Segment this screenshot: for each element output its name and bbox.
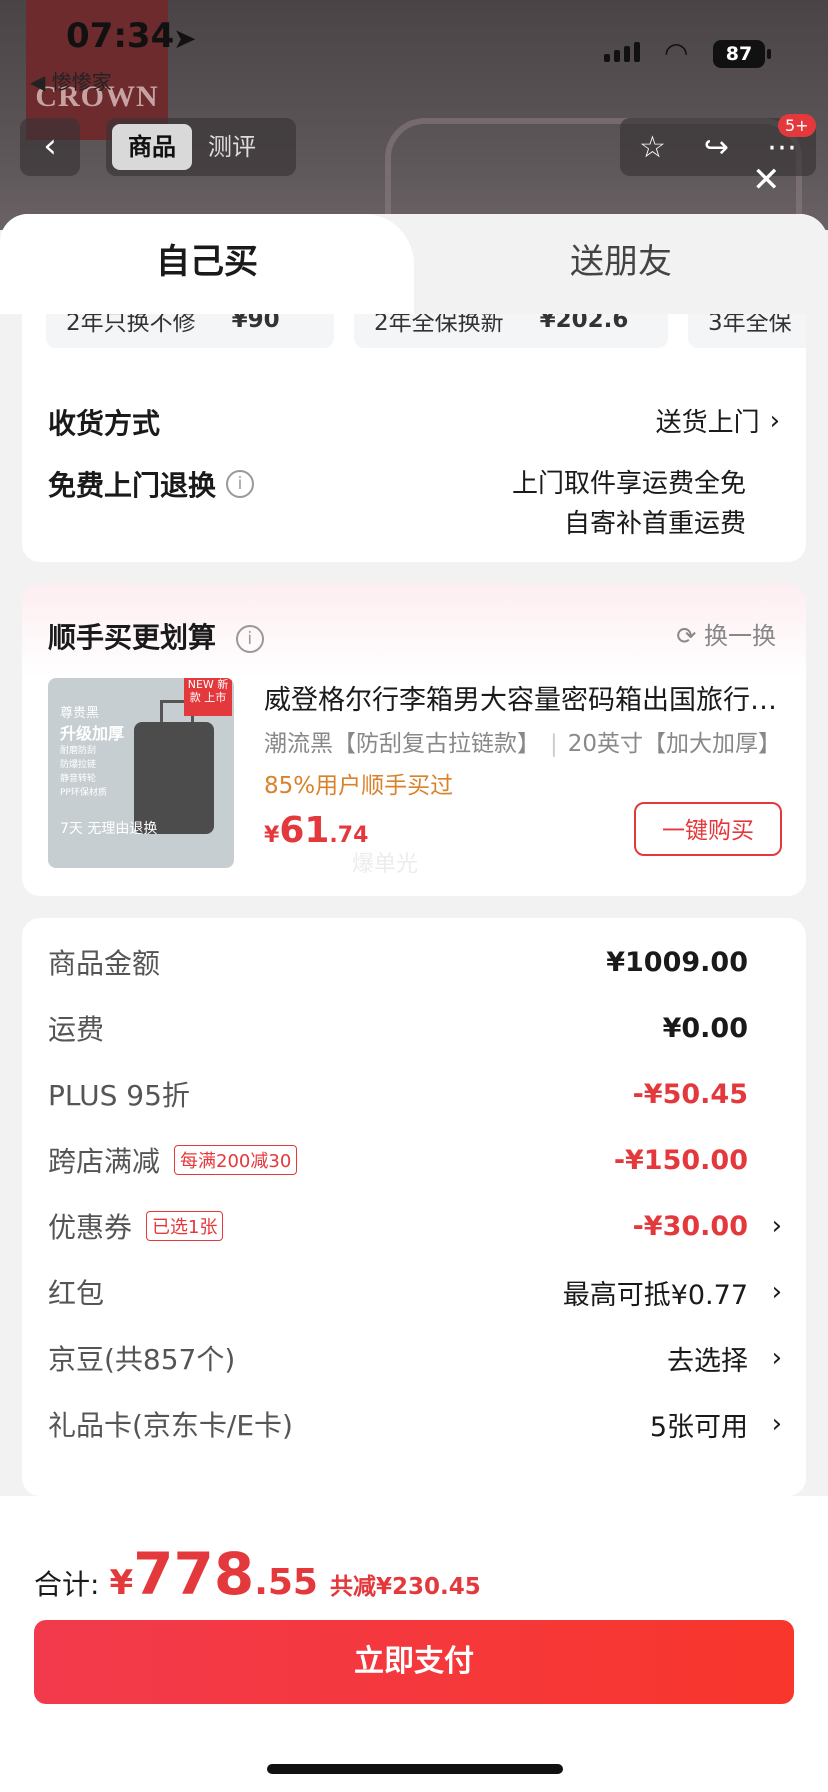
- pay-now-button[interactable]: 立即支付: [34, 1620, 794, 1704]
- delivery-method-label: 收货方式: [48, 407, 161, 440]
- total-amount: 778: [133, 1540, 255, 1608]
- delivery-method-row[interactable]: 收货方式 送货上门 ›: [48, 402, 780, 442]
- chevron-right-icon: ›: [771, 1409, 782, 1439]
- product-image-text: 尊贵黑 升级加厚 耐磨防刮 防爆拉链 静音转轮 PP环保材质: [60, 706, 125, 798]
- addon-bought-rate: 85%用户顺手买过: [264, 773, 454, 799]
- service-delivery-card: 2年只换不修 ¥90 2年全保换新 ¥202.6 3年全保 收货方式 送货上门 …: [22, 314, 806, 562]
- price-row-jingdou[interactable]: 京豆(共857个) 去选择 ›: [48, 1338, 806, 1378]
- service-plan-list: 2年只换不修 ¥90 2年全保换新 ¥202.6 3年全保: [46, 314, 806, 348]
- price-row-plus-discount: PLUS 95折 -¥50.45›: [48, 1078, 748, 1113]
- coupon-selected-tag: 已选1张: [146, 1211, 224, 1241]
- price-row-cross-store: 跨店满减每满200减30 -¥150.00›: [48, 1144, 748, 1179]
- price-row-gift-card[interactable]: 礼品卡(京东卡/E卡) 5张可用 ›: [48, 1404, 806, 1444]
- price-row-red-packet[interactable]: 红包 最高可抵¥0.77 ›: [48, 1272, 806, 1312]
- free-return-label: 免费上门退换: [48, 469, 217, 502]
- product-nav-tabs: 商品 测评: [106, 118, 296, 176]
- promo-tag: 每满200减30: [174, 1145, 298, 1175]
- service-plan-option[interactable]: 2年只换不修 ¥90: [46, 314, 334, 348]
- addon-product-image[interactable]: 尊贵黑 升级加厚 耐磨防刮 防爆拉链 静音转轮 PP环保材质 NEW 新款 上市…: [48, 678, 234, 868]
- service-plan-option[interactable]: 2年全保换新 ¥202.6: [354, 314, 668, 348]
- chevron-right-icon: ›: [771, 1211, 782, 1241]
- watermark-text: 爆单光: [352, 852, 419, 877]
- chevron-right-icon: ›: [771, 1343, 782, 1373]
- free-return-detail: 上门取件享运费全免 自寄补首重运费: [511, 469, 746, 539]
- close-icon[interactable]: ✕: [752, 160, 781, 200]
- checkout-footer: 合计: ¥ 778 .55 共减¥230.45 立即支付: [0, 1496, 828, 1792]
- addon-price: ¥61.74: [264, 810, 369, 851]
- purchase-mode-tabs: 送朋友 自己买: [0, 214, 828, 314]
- delivery-method-value: 送货上门: [655, 408, 760, 438]
- battery-indicator: 87: [713, 40, 771, 68]
- share-icon[interactable]: ↪: [704, 130, 729, 165]
- tab-buy-self[interactable]: 自己买: [0, 214, 414, 314]
- service-plan-option[interactable]: 3年全保: [688, 314, 806, 348]
- order-total: 合计: ¥ 778 .55 共减¥230.45: [34, 1540, 481, 1608]
- back-button[interactable]: ‹: [20, 118, 80, 176]
- back-to-app-link[interactable]: ◀ 惨惨家: [30, 66, 112, 95]
- total-label: 合计:: [34, 1568, 100, 1601]
- price-row-shipping: 运费 ¥0.00›: [48, 1012, 748, 1047]
- refresh-icon: ⟳: [676, 622, 697, 650]
- chevron-right-icon: ›: [769, 405, 780, 436]
- chevron-right-icon: ›: [771, 1277, 782, 1307]
- addon-title: 顺手买更划算 i: [48, 616, 264, 656]
- home-indicator[interactable]: [267, 1764, 563, 1774]
- free-return-row: 免费上门退换 i 上门取件享运费全免 自寄补首重运费: [48, 464, 780, 544]
- new-tag: NEW 新款 上市: [184, 678, 232, 716]
- price-row-subtotal: 商品金额 ¥1009.00›: [48, 946, 748, 981]
- price-breakdown-card: 商品金额 ¥1009.00› 运费 ¥0.00› PLUS 95折 -¥50.4…: [22, 918, 806, 1496]
- message-badge: 5+: [778, 114, 816, 137]
- swap-button[interactable]: ⟳ 换一换: [676, 616, 776, 651]
- info-icon[interactable]: i: [226, 470, 255, 498]
- location-arrow-icon: ➤: [173, 22, 197, 55]
- tab-gift-friend[interactable]: 送朋友: [414, 214, 828, 314]
- wifi-icon: ◠: [664, 36, 689, 69]
- info-icon[interactable]: i: [235, 625, 264, 653]
- tab-product[interactable]: 商品: [112, 124, 192, 170]
- total-savings: 共减¥230.45: [329, 1574, 481, 1600]
- addon-recommendation-card: 顺手买更划算 i ⟳ 换一换 尊贵黑 升级加厚 耐磨防刮 防爆拉链 静音转轮 P…: [22, 584, 806, 896]
- price-row-coupon[interactable]: 优惠券 已选1张 -¥30.00 ›: [48, 1206, 806, 1246]
- tab-review[interactable]: 测评: [192, 124, 272, 170]
- one-click-buy-button[interactable]: 一键购买: [634, 802, 782, 856]
- return-days-text: 7天 无理由退换: [60, 821, 158, 837]
- status-time: 07:34: [66, 16, 175, 56]
- addon-product-name[interactable]: 威登格尔行李箱男大容量密码箱出国旅行拉杆箱: [264, 678, 784, 717]
- addon-product-spec[interactable]: 潮流黑【防刮复古拉链款】 | 20英寸【加大加厚】: [264, 724, 784, 758]
- cellular-signal-icon: [604, 42, 640, 62]
- favorite-star-icon[interactable]: ☆: [639, 130, 666, 165]
